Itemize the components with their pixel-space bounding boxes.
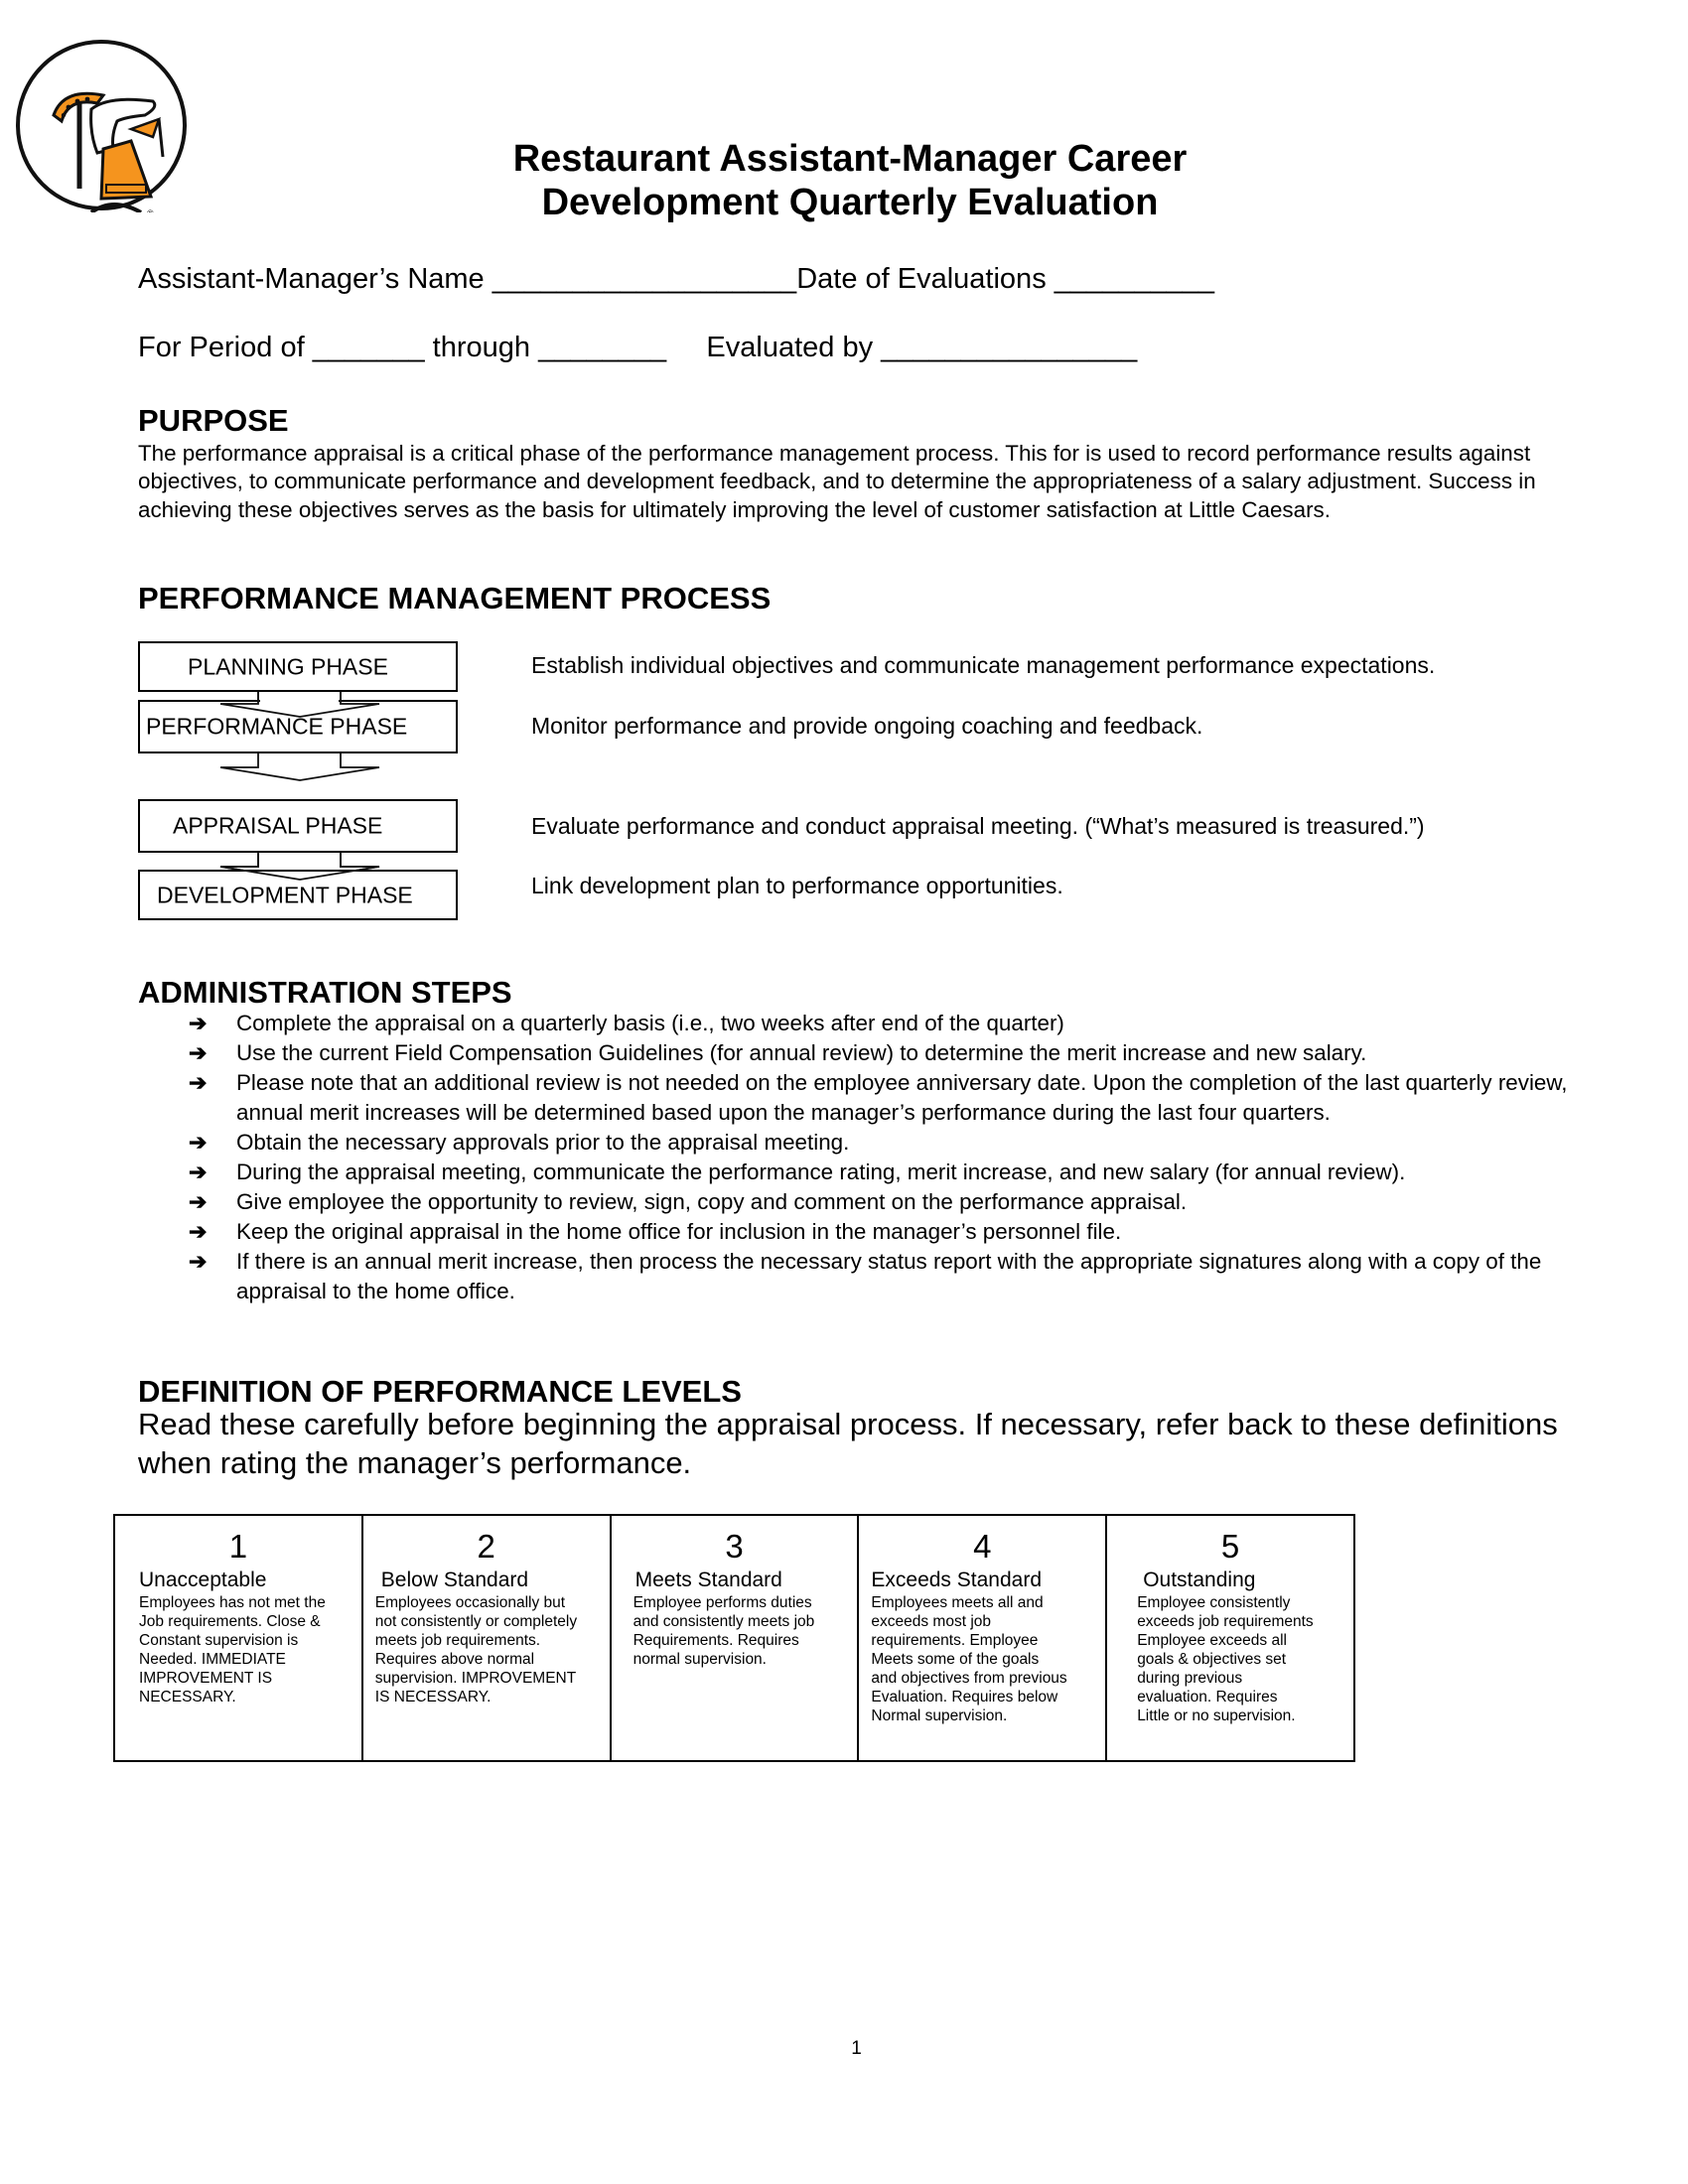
performance-levels-table: 1 Unacceptable Employees has not met the… (113, 1514, 1355, 1762)
evaluated-by-field[interactable]: ________________ (881, 332, 1137, 363)
arrow-right-icon: ➔ (189, 1040, 208, 1065)
evaluated-by-label: Evaluated by (706, 332, 874, 363)
rating-label: Below Standard (380, 1569, 529, 1591)
form-row-name-date: Assistant-Manager’s Name _______________… (138, 263, 1214, 296)
through-label: through (432, 332, 531, 363)
date-label: Date of Evaluations (796, 263, 1047, 295)
rating-label: Outstanding (1143, 1569, 1256, 1591)
arrow-right-icon: ➔ (189, 1249, 208, 1274)
rating-level-1: 1 Unacceptable Employees has not met the… (115, 1516, 363, 1760)
list-item: ➔ Complete the appraisal on a quarterly b… (138, 1009, 1568, 1038)
rating-description: Employee consistently exceeds job requir… (1137, 1594, 1314, 1724)
phase-box-development: DEVELOPMENT PHASE (138, 870, 458, 920)
period-to-field[interactable]: ________ (538, 332, 666, 363)
administration-steps-list: ➔ Complete the appraisal on a quarterly b… (138, 1009, 1568, 1306)
title-line-1: Restaurant Assistant-Manager Career (512, 138, 1188, 180)
title-line-2: Development Quarterly Evaluation (541, 182, 1159, 223)
rating-description: Employees occasionally but not consisten… (374, 1594, 578, 1706)
rating-label: Unacceptable (139, 1569, 267, 1591)
arrow-right-icon: ➔ (189, 1189, 208, 1214)
name-field[interactable]: ___________________ (492, 263, 796, 295)
phase-box-planning: PLANNING PHASE (138, 641, 458, 692)
phase-description-development: Link development plan to performance opp… (531, 873, 1063, 898)
arrow-down-icon (219, 752, 380, 781)
form-row-period-evaluator: For Period of _______ through ________ E… (138, 332, 1137, 364)
rating-description: Employee performs duties and consistentl… (633, 1594, 815, 1668)
rating-number: 4 (973, 1528, 992, 1565)
phase-description-appraisal: Evaluate performance and conduct apprais… (531, 813, 1425, 839)
phase-box-appraisal: APPRAISAL PHASE (138, 799, 458, 853)
period-label: For Period of (138, 332, 305, 363)
document-title: Restaurant Assistant-Manager Career Deve… (0, 137, 1688, 224)
phase-label: PERFORMANCE PHASE (146, 713, 408, 740)
list-item: ➔ Give employee the opportunity to review… (138, 1187, 1568, 1217)
list-item: ➔ Obtain the necessary approvals prior to… (138, 1128, 1568, 1158)
rating-number: 1 (228, 1528, 248, 1565)
rating-level-5: 5 Outstanding Employee consistently exce… (1107, 1516, 1353, 1760)
administration-heading: ADMINISTRATION STEPS (138, 975, 512, 1010)
rating-label: Meets Standard (634, 1569, 782, 1591)
arrow-right-icon: ➔ (189, 1130, 208, 1155)
rating-number: 2 (477, 1528, 495, 1565)
rating-level-4: 4 Exceeds Standard Employees meets all a… (859, 1516, 1108, 1760)
definitions-heading: DEFINITION OF PERFORMANCE LEVELS (138, 1374, 742, 1409)
rating-description: Employees meets all and exceeds most job… (871, 1594, 1067, 1724)
phase-label: DEVELOPMENT PHASE (157, 882, 413, 907)
rating-number: 5 (1220, 1528, 1240, 1565)
period-from-field[interactable]: _______ (313, 332, 425, 363)
rating-level-2: 2 Below Standard Employees occasionally … (363, 1516, 612, 1760)
rating-number: 3 (725, 1528, 744, 1565)
arrow-right-icon: ➔ (189, 1160, 208, 1184)
rating-description: Employees has not met the Job requiremen… (139, 1594, 326, 1706)
list-item: ➔ Use the current Field Compensation Guid… (138, 1038, 1568, 1068)
list-item: ➔ If there is an annual merit increase, t… (189, 1249, 1542, 1303)
list-item: ➔ Keep the original appraisal in the home… (138, 1217, 1568, 1247)
definitions-intro: Read these carefully before beginning th… (138, 1407, 1558, 1480)
purpose-heading: PURPOSE (138, 403, 289, 438)
phase-description-performance: Monitor performance and provide ongoing … (531, 713, 1203, 739)
list-item: ➔ Please note that an additional review i… (189, 1070, 1568, 1125)
process-heading: PERFORMANCE MANAGEMENT PROCESS (138, 581, 772, 615)
date-field[interactable]: __________ (1055, 263, 1214, 295)
arrow-right-icon: ➔ (189, 1070, 208, 1095)
arrow-right-icon: ➔ (189, 1011, 208, 1035)
name-label: Assistant-Manager’s Name (138, 263, 485, 295)
phase-box-performance: PERFORMANCE PHASE (138, 700, 458, 753)
list-item: ➔ During the appraisal meeting, communica… (138, 1158, 1568, 1187)
phase-description-planning: Establish individual objectives and comm… (531, 652, 1436, 678)
purpose-body: The performance appraisal is a critical … (138, 441, 1536, 522)
phase-label: PLANNING PHASE (188, 653, 388, 679)
rating-level-3: 3 Meets Standard Employee performs dutie… (612, 1516, 860, 1760)
page-number: 1 (851, 2038, 862, 2059)
arrow-right-icon: ➔ (189, 1219, 208, 1244)
rating-label: Exceeds Standard (871, 1569, 1042, 1591)
phase-label: APPRAISAL PHASE (173, 812, 383, 839)
